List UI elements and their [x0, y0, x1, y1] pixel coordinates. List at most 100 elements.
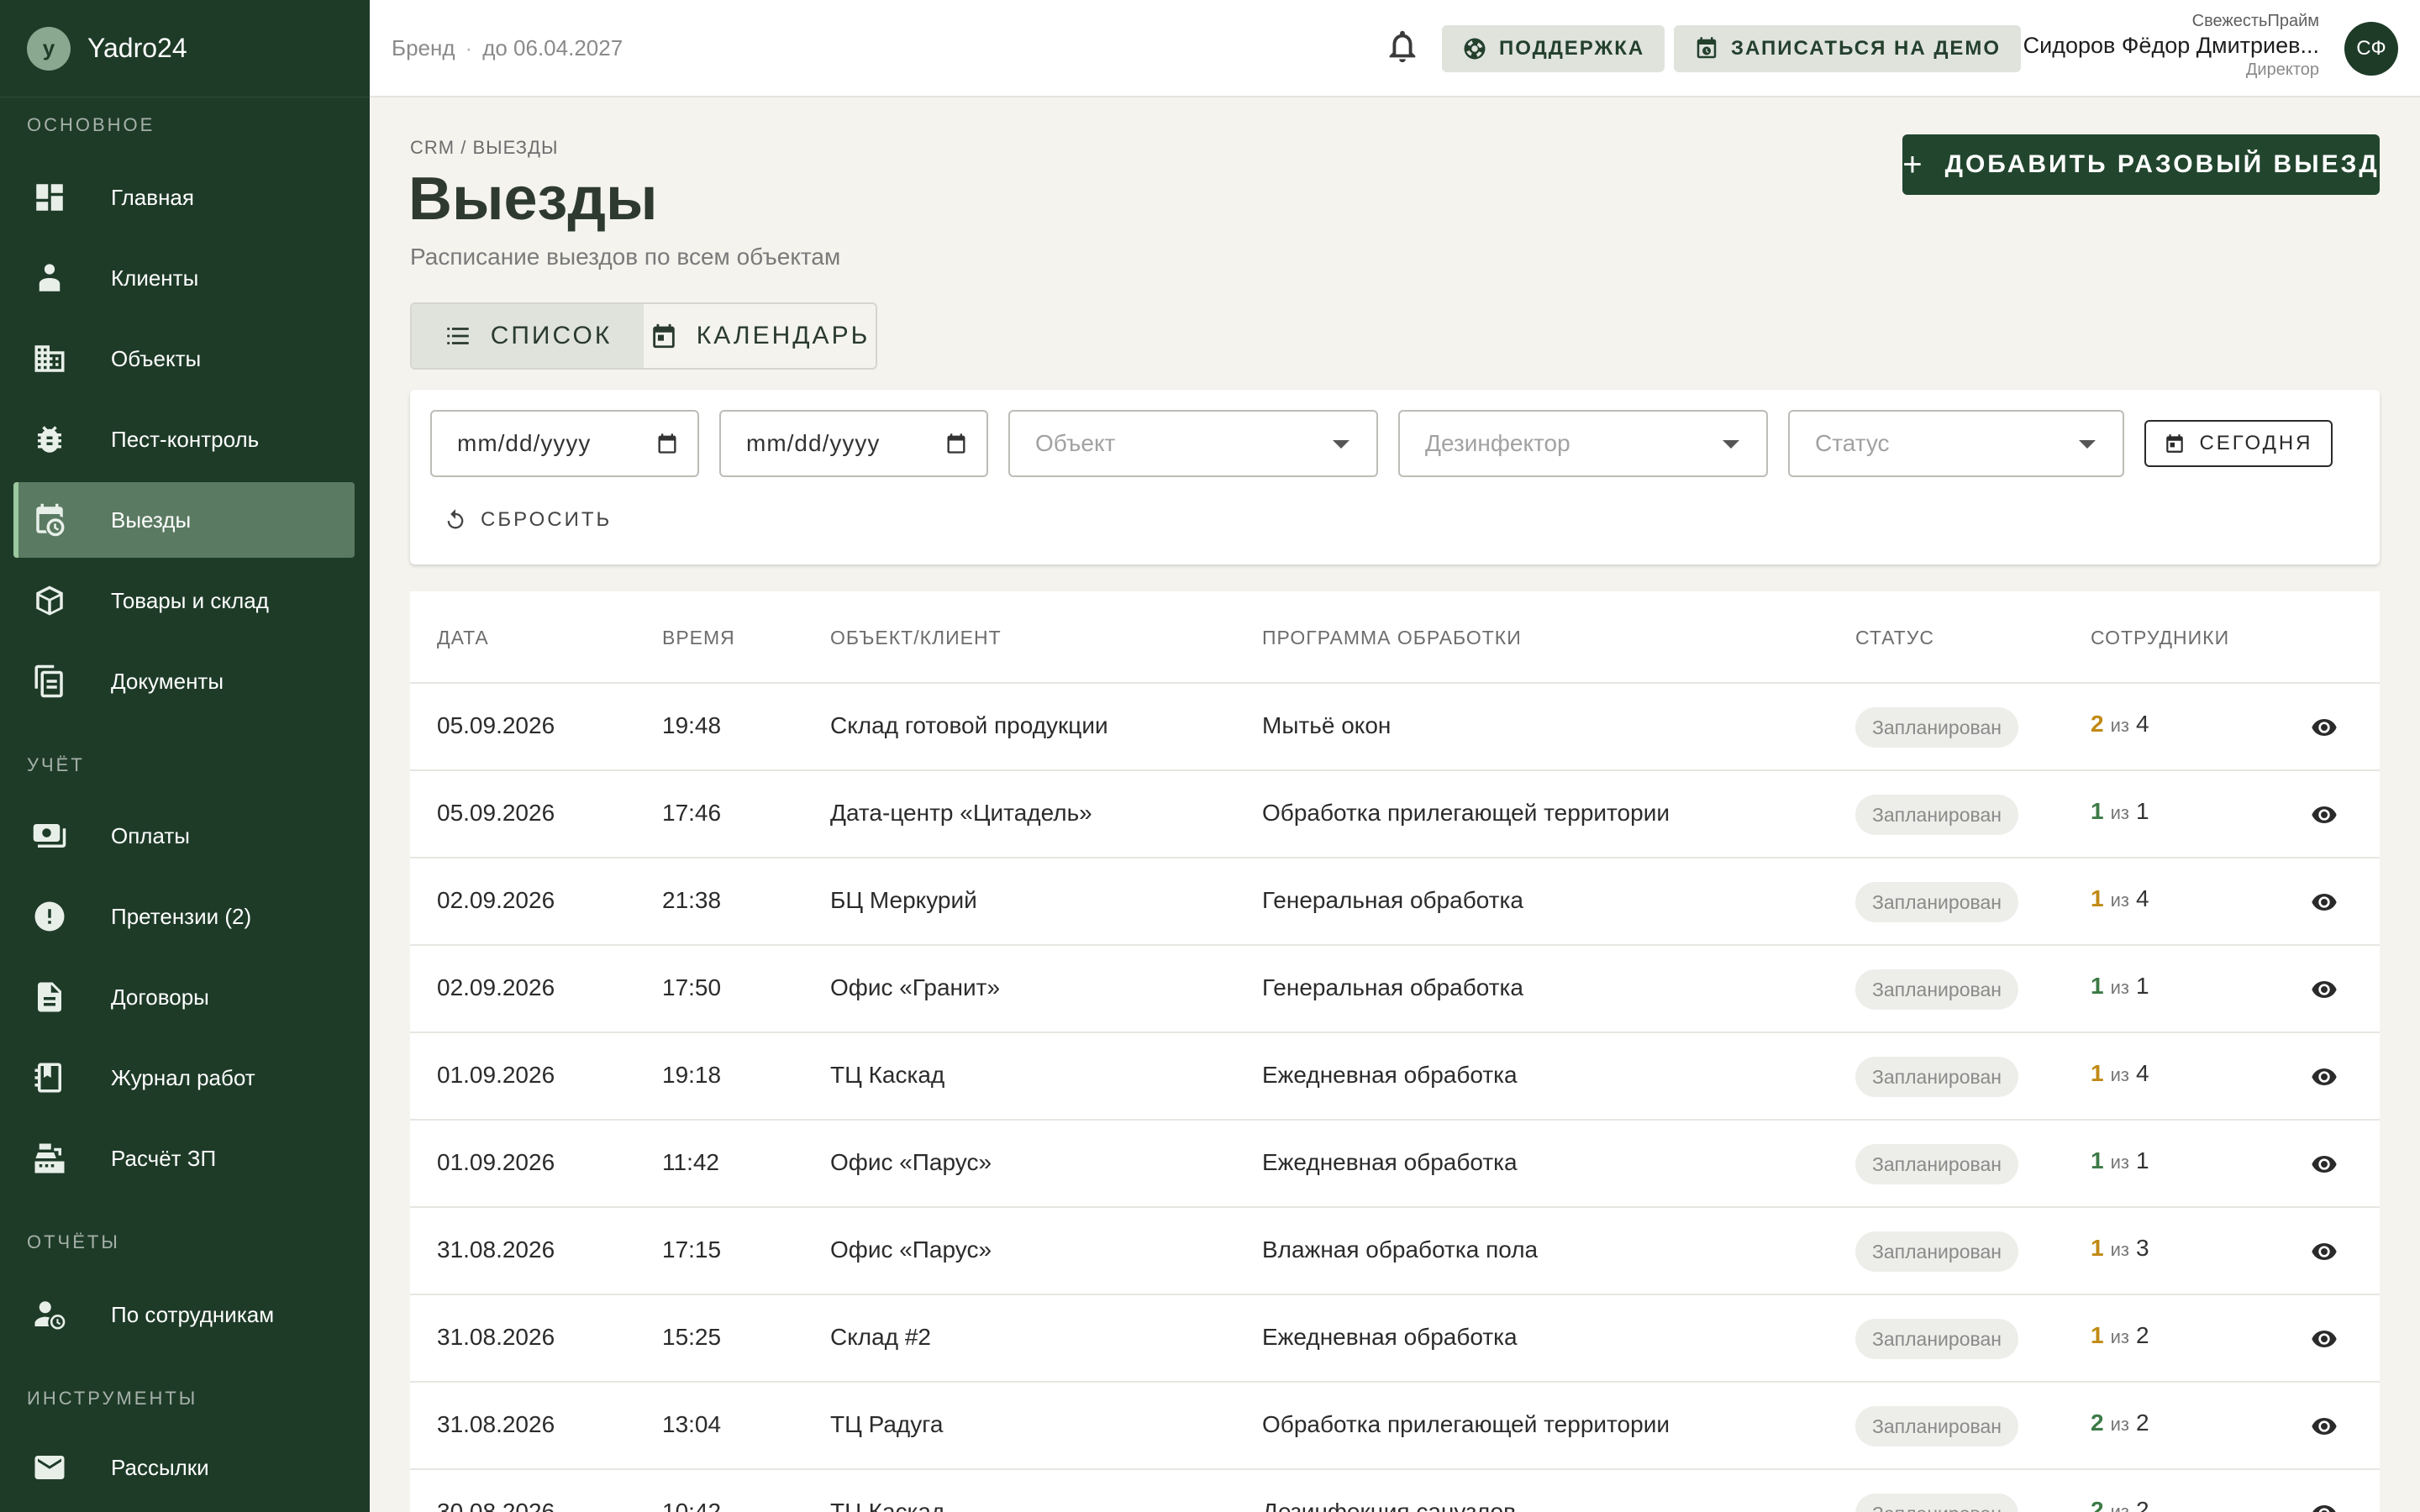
table-row[interactable]: 02.09.2026 21:38 БЦ Меркурий Генеральная об…: [410, 858, 2380, 946]
sidebar-item-label: Выезды: [111, 507, 192, 533]
mail-icon: [30, 1448, 69, 1487]
journal-icon: [30, 1058, 69, 1097]
cell-date: 05.09.2026: [437, 800, 555, 826]
brand[interactable]: y Yadro24: [0, 0, 370, 97]
sidebar-item-by-employees[interactable]: По сотрудникам: [13, 1277, 355, 1352]
reset-label: СБРОСИТЬ: [481, 508, 613, 531]
column-header-object[interactable]: Объект/клиент: [830, 627, 1002, 649]
view-icon[interactable]: [2309, 1063, 2339, 1090]
employees-separator: из: [2110, 1414, 2129, 1435]
view-icon[interactable]: [2309, 801, 2339, 828]
view-icon[interactable]: [2309, 1151, 2339, 1178]
table-row[interactable]: 05.09.2026 17:46 Дата-центр «Цитадель» Обра…: [410, 771, 2380, 858]
cell-object: БЦ Меркурий: [830, 887, 977, 913]
add-one-time-visit-button[interactable]: + ДОБАВИТЬ РАЗОВЫЙ ВЫЕЗД: [1902, 134, 2380, 195]
employees-total: 4: [2135, 711, 2149, 737]
view-icon[interactable]: [2309, 1238, 2339, 1265]
sidebar-item-clients[interactable]: Клиенты: [13, 240, 355, 316]
book-demo-button[interactable]: ЗАПИСАТЬСЯ НА ДЕМО: [1674, 25, 2022, 72]
calendar-clock-icon: [30, 501, 69, 539]
sidebar-item-visits[interactable]: Выезды: [13, 482, 355, 558]
reset-button[interactable]: СБРОСИТЬ: [444, 499, 612, 541]
user-clock-icon: [30, 1295, 69, 1334]
sidebar-item-label: Документы: [111, 668, 224, 694]
tab-list[interactable]: СПИСОК: [412, 304, 644, 368]
table-row[interactable]: 02.09.2026 17:50 Офис «Гранит» Генеральная …: [410, 946, 2380, 1033]
table-row[interactable]: 01.09.2026 19:18 ТЦ Каскад Ежедневная обраб…: [410, 1033, 2380, 1121]
employees-separator: из: [2110, 1152, 2129, 1173]
view-icon[interactable]: [2309, 1500, 2339, 1512]
avatar[interactable]: СФ: [2344, 22, 2398, 76]
sidebar-item-goods[interactable]: Товары и склад: [13, 563, 355, 638]
cell-time: 17:50: [662, 974, 722, 1000]
cell-time: 15:25: [662, 1324, 722, 1350]
column-header-employees[interactable]: Сотрудники: [2091, 627, 2229, 649]
employees-total: 2: [2135, 1410, 2149, 1436]
sidebar-item-journal[interactable]: Журнал работ: [13, 1040, 355, 1116]
table-body: 05.09.2026 19:48 Склад готовой продукции Мы…: [410, 684, 2380, 1512]
cell-time: 13:04: [662, 1411, 722, 1437]
table-row[interactable]: 30.08.2026 10:42 ТЦ Каскад Дезинфекция сану…: [410, 1470, 2380, 1512]
cell-time: 19:48: [662, 712, 722, 738]
support-button[interactable]: ПОДДЕРЖКА: [1442, 25, 1665, 72]
bell-icon[interactable]: [1383, 27, 1425, 69]
view-icon[interactable]: [2309, 889, 2339, 916]
employees-total: 4: [2135, 1060, 2149, 1086]
sidebar-item-claims[interactable]: Претензии (2): [13, 879, 355, 954]
employees-separator: из: [2110, 802, 2129, 823]
employees-assigned: 1: [2091, 798, 2104, 824]
employees-assigned: 1: [2091, 973, 2104, 999]
bug-icon: [30, 420, 69, 459]
contract-icon: [30, 978, 69, 1016]
sidebar-item-pest-control[interactable]: Пест-контроль: [13, 402, 355, 477]
cell-object: ТЦ Каскад: [830, 1499, 945, 1512]
topbar-brand: Бренд: [392, 34, 455, 60]
table-row[interactable]: 01.09.2026 11:42 Офис «Парус» Ежедневная об…: [410, 1121, 2380, 1208]
sidebar-item-objects[interactable]: Объекты: [13, 321, 355, 396]
sidebar-item-home[interactable]: Главная: [13, 160, 355, 235]
sidebar-item-payments[interactable]: Оплаты: [13, 798, 355, 874]
view-icon[interactable]: [2309, 1413, 2339, 1440]
sidebar-item-documents[interactable]: Документы: [13, 643, 355, 719]
table-row[interactable]: 31.08.2026 13:04 ТЦ Радуга Обработка прилег…: [410, 1383, 2380, 1470]
sidebar-item-label: Клиенты: [111, 265, 199, 291]
calendar-icon[interactable]: [944, 432, 968, 455]
tab-calendar[interactable]: КАЛЕНДАРЬ: [644, 304, 876, 368]
calendar-icon[interactable]: [655, 432, 679, 455]
view-icon[interactable]: [2309, 714, 2339, 741]
cell-date: 02.09.2026: [437, 887, 555, 913]
object-select[interactable]: Объект: [1008, 410, 1378, 477]
cell-date: 31.08.2026: [437, 1411, 555, 1437]
cell-time: 19:18: [662, 1062, 722, 1088]
today-button[interactable]: СЕГОДНЯ: [2144, 420, 2333, 467]
cell-program: Генеральная обработка: [1262, 887, 1523, 913]
user-info[interactable]: СвежестьПрайм Сидоров Фёдор Дмитриев... …: [2023, 12, 2319, 80]
table-row[interactable]: 31.08.2026 15:25 Склад #2 Ежедневная обрабо…: [410, 1295, 2380, 1383]
column-header-program[interactable]: Программа обработки: [1262, 627, 1522, 649]
brand-logo: y: [27, 26, 71, 71]
cell-date: 05.09.2026: [437, 712, 555, 738]
date-from-field[interactable]: mm/dd/yyyy: [430, 410, 699, 477]
dashboard-icon: [30, 178, 69, 217]
sidebar-item-mailings[interactable]: Рассылки: [13, 1430, 355, 1505]
sidebar-item-payroll[interactable]: Расчёт ЗП: [13, 1121, 355, 1196]
status-select[interactable]: Статус: [1788, 410, 2124, 477]
table-row[interactable]: 31.08.2026 17:15 Офис «Парус» Влажная обраб…: [410, 1208, 2380, 1295]
column-header-time[interactable]: Время: [662, 627, 735, 649]
sidebar-item-contracts[interactable]: Договоры: [13, 959, 355, 1035]
view-icon[interactable]: [2309, 976, 2339, 1003]
column-header-date[interactable]: Дата: [437, 627, 489, 649]
cell-employees: 2 из 4: [2091, 711, 2149, 738]
cell-program: Обработка прилегающей территории: [1262, 800, 1670, 826]
column-header-status[interactable]: Статус: [1855, 627, 1934, 649]
date-to-field[interactable]: mm/dd/yyyy: [719, 410, 988, 477]
cell-object: ТЦ Радуга: [830, 1411, 944, 1437]
disinfector-select[interactable]: Дезинфектор: [1398, 410, 1768, 477]
table-row[interactable]: 05.09.2026 19:48 Склад готовой продукции Мы…: [410, 684, 2380, 771]
cell-employees: 1 из 1: [2091, 798, 2149, 825]
building-icon: [30, 339, 69, 378]
employees-separator: из: [2110, 715, 2129, 736]
employees-separator: из: [2110, 890, 2129, 911]
view-icon[interactable]: [2309, 1326, 2339, 1352]
employees-assigned: 1: [2091, 885, 2104, 911]
